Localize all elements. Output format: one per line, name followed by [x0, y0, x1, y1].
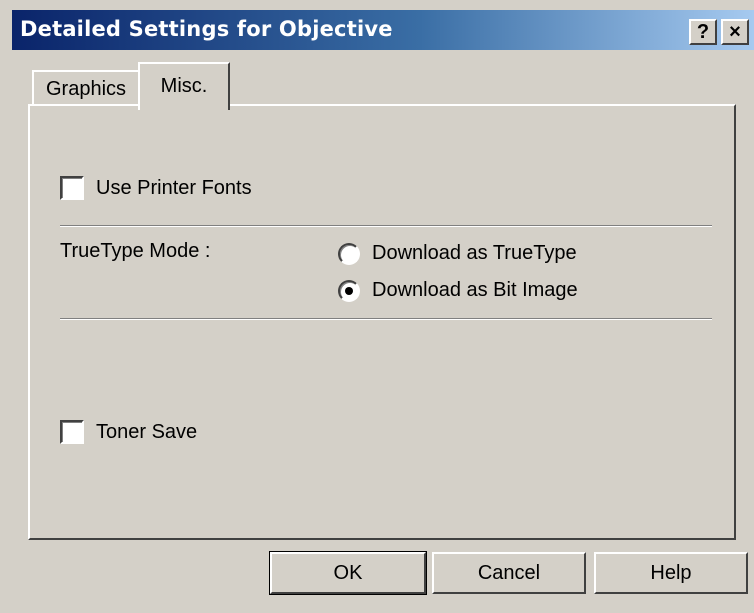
tab-graphics[interactable]: Graphics	[32, 70, 140, 106]
ok-button[interactable]: OK	[269, 551, 427, 595]
help-button[interactable]: Help	[594, 552, 748, 594]
use-printer-fonts-option[interactable]: Use Printer Fonts	[60, 176, 252, 200]
tab-label: Misc.	[160, 75, 208, 97]
download-as-bit-image-radio[interactable]	[338, 279, 360, 302]
toner-save-option[interactable]: Toner Save	[60, 420, 197, 444]
tab-label: Graphics	[45, 77, 127, 100]
tab-misc[interactable]: Misc.	[138, 62, 230, 110]
use-printer-fonts-checkbox[interactable]	[60, 176, 84, 200]
separator	[60, 318, 712, 320]
misc-tab-panel	[28, 104, 736, 540]
download-as-truetype-radio[interactable]	[338, 242, 360, 265]
title-bar[interactable]: Detailed Settings for Objective ? ×	[12, 10, 754, 50]
close-button[interactable]: ×	[721, 19, 749, 45]
toner-save-label: Toner Save	[96, 420, 198, 443]
settings-dialog: Detailed Settings for Objective ? × Grap…	[0, 0, 754, 613]
window-title: Detailed Settings for Objective	[20, 17, 393, 41]
download-as-bit-image-label: Download as Bit Image	[372, 279, 578, 301]
download-as-truetype-option[interactable]: Download as TrueType	[338, 242, 577, 265]
download-as-truetype-label: Download as TrueType	[372, 242, 577, 264]
truetype-mode-label: TrueType Mode :	[60, 240, 211, 262]
download-as-bit-image-option[interactable]: Download as Bit Image	[338, 279, 578, 302]
cancel-button[interactable]: Cancel	[432, 552, 586, 594]
toner-save-checkbox[interactable]	[60, 420, 84, 444]
separator	[60, 225, 712, 227]
help-title-button[interactable]: ?	[689, 19, 717, 45]
use-printer-fonts-label: Use Printer Fonts	[96, 176, 252, 199]
